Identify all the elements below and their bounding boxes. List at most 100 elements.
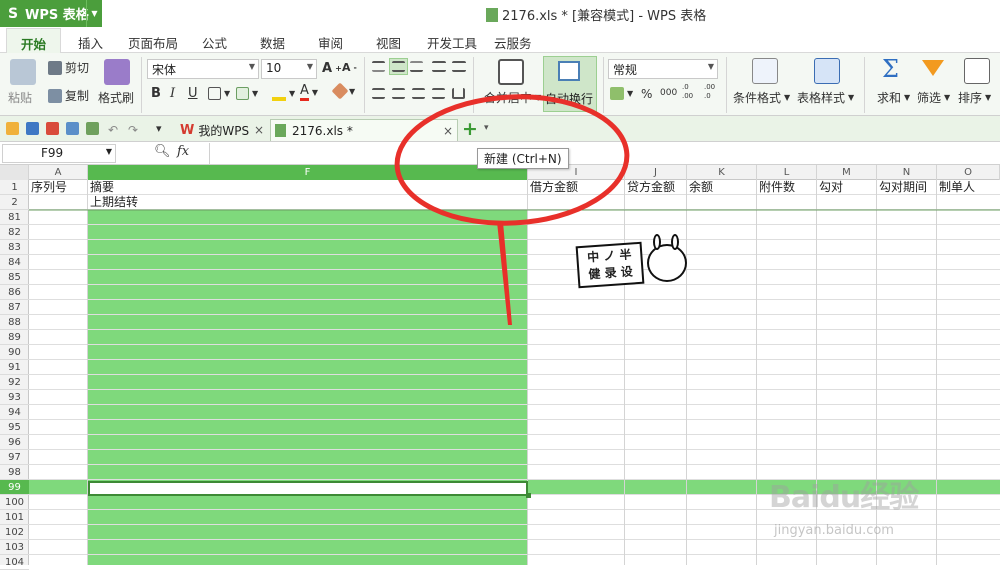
column-header-a[interactable]: A <box>29 165 88 180</box>
tab-cloud[interactable]: 云服务 <box>494 33 532 52</box>
cell-a1[interactable]: 序列号 <box>29 180 67 195</box>
wrap-text-button[interactable]: 自动换行 <box>543 56 597 112</box>
row-header[interactable]: 88 <box>0 315 29 330</box>
number-format-select[interactable]: 常规 ▼ <box>608 59 718 79</box>
row-header[interactable]: 81 <box>0 210 29 225</box>
print-icon[interactable] <box>66 122 79 135</box>
column-header-o[interactable]: O <box>937 165 1000 180</box>
zoom-magnifier-icon[interactable]: 🔍︎ <box>154 144 171 159</box>
cell-m1[interactable]: 勾对 <box>817 180 843 195</box>
close-icon[interactable]: × <box>254 123 264 137</box>
column-header-f[interactable]: F <box>88 165 528 180</box>
row-header[interactable]: 89 <box>0 330 29 345</box>
tab-start[interactable]: 开始 <box>6 28 62 54</box>
row-header[interactable]: 83 <box>0 240 29 255</box>
print-preview-icon[interactable] <box>86 122 99 135</box>
row-header[interactable]: 101 <box>0 510 29 525</box>
row-header[interactable]: 94 <box>0 405 29 420</box>
fill-color-button[interactable]: ▼ <box>272 85 295 101</box>
cell-n1[interactable]: 勾对期间 <box>877 180 927 195</box>
merge-center-button[interactable]: 合并居中 ▼ <box>484 89 541 106</box>
font-name-select[interactable]: 宋体 ▼ <box>147 59 259 79</box>
increase-indent-button[interactable] <box>452 61 466 72</box>
tab-developer[interactable]: 开发工具 <box>427 33 477 52</box>
app-menu-button[interactable]: S WPS 表格 ▼ <box>0 0 102 27</box>
increase-decimal-button[interactable]: .0 .00 <box>682 83 702 101</box>
row-header[interactable]: 87 <box>0 300 29 315</box>
export-pdf-icon[interactable] <box>46 122 59 135</box>
column-header-l[interactable]: L <box>757 165 817 180</box>
paste-button[interactable]: 粘贴 <box>8 89 32 106</box>
row-header[interactable]: 103 <box>0 540 29 555</box>
decrease-decimal-button[interactable]: .00 .0 <box>704 83 724 101</box>
increase-font-button[interactable]: A + <box>322 61 342 76</box>
table-style-button[interactable]: 表格样式 ▼ <box>797 89 854 106</box>
row-header[interactable]: 102 <box>0 525 29 540</box>
close-icon[interactable]: × <box>443 124 453 138</box>
font-color-button[interactable]: A ▼ <box>300 84 318 101</box>
open-folder-icon[interactable] <box>6 122 19 135</box>
format-painter-button[interactable]: 格式刷 <box>98 89 134 106</box>
sum-icon[interactable]: Σ <box>882 55 899 83</box>
row-header[interactable]: 2 <box>0 195 29 210</box>
tab-review[interactable]: 审阅 <box>318 33 343 52</box>
cell-j1[interactable]: 贷方金额 <box>625 180 675 195</box>
row-header[interactable]: 90 <box>0 345 29 360</box>
row-header[interactable]: 82 <box>0 225 29 240</box>
sort-icon[interactable] <box>964 58 990 84</box>
doc-tab-my-wps[interactable]: W 我的WPS × <box>176 119 268 141</box>
tab-view[interactable]: 视图 <box>376 33 401 52</box>
fill-handle[interactable] <box>526 493 531 498</box>
select-all-corner[interactable] <box>0 165 29 180</box>
align-top-button[interactable] <box>372 61 385 72</box>
filter-icon[interactable] <box>922 60 944 76</box>
align-right-button[interactable] <box>412 88 425 99</box>
table-style-icon[interactable] <box>814 58 840 84</box>
row-header[interactable]: 104 <box>0 555 29 570</box>
copy-button[interactable]: 复制 <box>48 87 89 104</box>
row-header[interactable]: 99 <box>0 480 29 495</box>
paste-icon[interactable] <box>10 59 36 85</box>
name-box[interactable]: F99 ▼ <box>2 144 116 163</box>
row-header[interactable]: 97 <box>0 450 29 465</box>
row-header[interactable]: 86 <box>0 285 29 300</box>
tab-page-layout[interactable]: 页面布局 <box>128 33 178 52</box>
cell-k1[interactable]: 余额 <box>687 180 713 195</box>
column-header-n[interactable]: N <box>877 165 937 180</box>
align-middle-button[interactable] <box>389 58 408 75</box>
formula-input[interactable] <box>209 143 998 164</box>
cell-l1[interactable]: 附件数 <box>757 180 795 195</box>
underline-button[interactable]: U <box>188 86 198 101</box>
align-center-button[interactable] <box>392 88 405 99</box>
redo-icon[interactable]: ↷ <box>128 123 138 137</box>
row-header[interactable]: 96 <box>0 435 29 450</box>
align-left-button[interactable] <box>372 88 385 99</box>
cell-f1[interactable]: 摘要 <box>88 180 114 195</box>
fx-button[interactable]: fx <box>177 144 189 159</box>
cell-f2[interactable]: 上期结转 <box>88 195 138 210</box>
comma-button[interactable]: 000 <box>660 88 677 98</box>
row-header[interactable]: 100 <box>0 495 29 510</box>
currency-button[interactable]: ▼ <box>610 87 633 100</box>
tab-data[interactable]: 数据 <box>260 33 285 52</box>
new-tab-plus-icon[interactable]: + <box>462 119 478 139</box>
merge-center-icon[interactable] <box>498 59 524 85</box>
italic-button[interactable]: I <box>170 86 175 101</box>
justify-button[interactable] <box>432 88 445 99</box>
bold-button[interactable]: B <box>151 86 161 101</box>
clear-format-button[interactable]: ▼ <box>331 82 355 100</box>
column-header-k[interactable]: K <box>687 165 757 180</box>
decrease-font-button[interactable]: A- <box>342 61 357 74</box>
row-header[interactable]: 84 <box>0 255 29 270</box>
filter-button[interactable]: 筛选 ▼ <box>917 89 950 106</box>
row-header[interactable]: 93 <box>0 390 29 405</box>
decrease-indent-button[interactable] <box>432 61 446 72</box>
format-painter-icon[interactable] <box>104 59 130 85</box>
active-cell-f99[interactable] <box>88 481 528 496</box>
row-header[interactable]: 85 <box>0 270 29 285</box>
row-header[interactable]: 1 <box>0 180 29 195</box>
sum-button[interactable]: 求和 ▼ <box>877 89 910 106</box>
row-header[interactable]: 91 <box>0 360 29 375</box>
chevron-down-icon[interactable]: ▼ <box>86 0 102 27</box>
align-bottom-button[interactable] <box>410 61 423 72</box>
